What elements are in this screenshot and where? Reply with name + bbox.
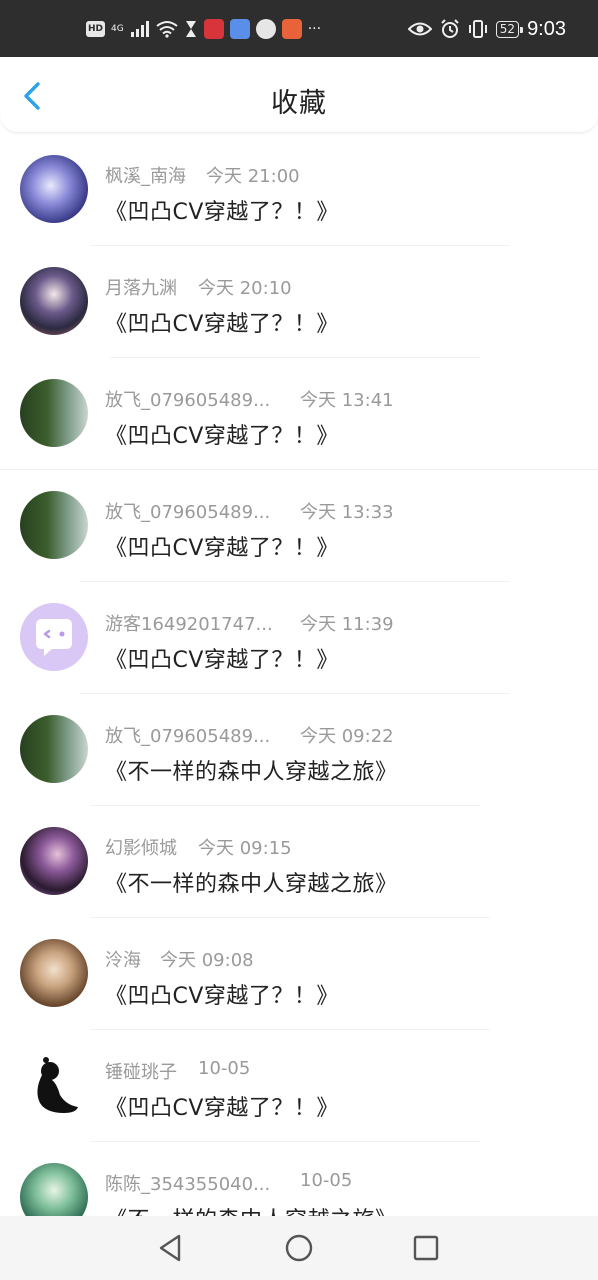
user-name[interactable]: 锤碰珧子 — [105, 1058, 177, 1084]
list-item[interactable]: 放飞_079605489... 今天 13:33 《凹凸CV穿越了？！》 — [0, 470, 598, 582]
browser-app-icon — [255, 19, 276, 39]
avatar[interactable] — [20, 939, 88, 1007]
user-name[interactable]: 枫溪_南海 — [105, 162, 186, 188]
page-title: 收藏 — [271, 88, 327, 119]
timestamp: 10-05 — [300, 1170, 353, 1191]
avatar[interactable] — [20, 603, 88, 671]
vibrate-icon — [468, 20, 487, 38]
avatar[interactable] — [20, 715, 88, 783]
clock: 9:03 — [527, 17, 566, 40]
more-notifications-icon: ··· — [307, 21, 322, 37]
user-name[interactable]: 陈陈_354355040... — [105, 1170, 270, 1196]
list-item[interactable]: 幻影倾城 今天 09:15 《不一样的森中人穿越之旅》 — [0, 806, 598, 918]
work-title[interactable]: 《凹凸CV穿越了？！》 — [105, 642, 339, 674]
avatar[interactable] — [20, 267, 88, 335]
timestamp: 10-05 — [198, 1058, 251, 1079]
user-name[interactable]: 月落九渊 — [105, 274, 177, 300]
nav-back-button[interactable] — [153, 1230, 189, 1266]
user-name[interactable]: 放飞_079605489... — [105, 498, 270, 524]
timestamp: 今天 13:41 — [300, 390, 394, 411]
timestamp: 今天 09:22 — [300, 726, 394, 747]
status-bar: HD 4G ··· 52 9:03 — [0, 0, 598, 57]
square-recents-icon — [413, 1235, 439, 1261]
eye-icon — [407, 22, 432, 36]
signal-icon — [130, 21, 149, 37]
list-item[interactable]: 锤碰珧子 10-05 《凹凸CV穿越了？！》 — [0, 1030, 598, 1142]
user-name[interactable]: 放飞_079605489... — [105, 722, 270, 748]
circle-home-icon — [285, 1234, 313, 1262]
work-title[interactable]: 《不一样的森中人穿越之旅》 — [105, 754, 398, 786]
avatar[interactable] — [20, 491, 88, 559]
timestamp: 今天 13:33 — [300, 502, 394, 523]
calendar-app-icon — [281, 19, 302, 39]
alarm-icon — [441, 19, 459, 38]
battery-indicator: 52 — [495, 20, 524, 38]
user-name[interactable]: 放飞_079605489... — [105, 386, 270, 412]
work-title[interactable]: 《凹凸CV穿越了？！》 — [105, 418, 339, 450]
hd-badge: HD — [86, 21, 106, 37]
timestamp: 今天 20:10 — [198, 278, 292, 299]
list-item[interactable]: 陈陈_354355040... 10-05 《不一样的森中人穿越之旅》 — [0, 1142, 598, 1216]
system-navigation-bar — [0, 1216, 598, 1280]
timestamp: 今天 09:08 — [160, 950, 254, 971]
avatar[interactable] — [20, 827, 88, 895]
music-app-icon — [229, 19, 250, 39]
status-left: HD 4G ··· — [86, 18, 321, 40]
list-item[interactable]: 月落九渊 今天 20:10 《凹凸CV穿越了？！》 — [0, 246, 598, 358]
work-title[interactable]: 《凹凸CV穿越了？！》 — [105, 306, 339, 338]
favorites-list: 枫溪_南海 今天 21:00 《凹凸CV穿越了？！》 月落九渊 今天 20:10… — [0, 134, 598, 1216]
timestamp: 今天 09:15 — [198, 838, 292, 859]
nav-home-button[interactable] — [281, 1230, 317, 1266]
user-name[interactable]: 幻影倾城 — [105, 834, 177, 860]
list-item[interactable]: 放飞_079605489... 今天 13:41 《凹凸CV穿越了？！》 — [0, 358, 598, 470]
list-item[interactable]: 枫溪_南海 今天 21:00 《凹凸CV穿越了？！》 — [0, 134, 598, 246]
work-title[interactable]: 《凹凸CV穿越了？！》 — [105, 194, 339, 226]
list-item[interactable]: 泠海 今天 09:08 《凹凸CV穿越了？！》 — [0, 918, 598, 1030]
list-item[interactable]: 放飞_079605489... 今天 09:22 《不一样的森中人穿越之旅》 — [0, 694, 598, 806]
timestamp: 今天 21:00 — [206, 166, 300, 187]
avatar[interactable] — [20, 155, 88, 223]
work-title[interactable]: 《凹凸CV穿越了？！》 — [105, 530, 339, 562]
status-right: 52 9:03 — [407, 17, 566, 40]
work-title[interactable]: 《凹凸CV穿越了？！》 — [105, 978, 339, 1010]
user-name[interactable]: 游客1649201747... — [105, 610, 273, 636]
guest-chat-icon — [36, 619, 72, 656]
list-item[interactable]: 游客1649201747... 今天 11:39 《凹凸CV穿越了？！》 — [0, 582, 598, 694]
wifi-icon — [156, 21, 178, 38]
nav-recents-button[interactable] — [408, 1230, 444, 1266]
app-notification-icon — [203, 19, 224, 39]
silhouette-avatar-icon — [37, 1057, 78, 1113]
timestamp: 今天 11:39 — [300, 614, 394, 635]
triangle-back-icon — [159, 1234, 181, 1262]
work-title[interactable]: 《不一样的森中人穿越之旅》 — [105, 866, 398, 898]
avatar[interactable] — [20, 379, 88, 447]
title-bar: 收藏 — [0, 57, 598, 133]
work-title[interactable]: 《凹凸CV穿越了？！》 — [105, 1090, 339, 1122]
avatar[interactable] — [20, 1163, 88, 1216]
hourglass-icon — [185, 21, 196, 37]
work-title[interactable]: 《不一样的森中人穿越之旅》 — [105, 1202, 398, 1216]
user-name[interactable]: 泠海 — [105, 946, 141, 972]
network-type: 4G — [111, 24, 124, 34]
avatar[interactable] — [20, 1051, 88, 1119]
